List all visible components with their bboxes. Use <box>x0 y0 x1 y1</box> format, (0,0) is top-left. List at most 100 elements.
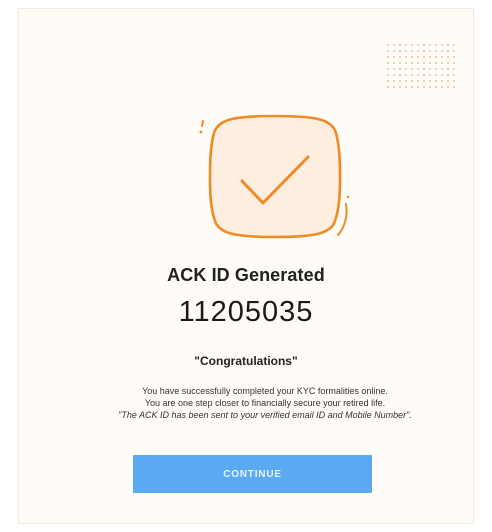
pattern-dot <box>434 43 438 47</box>
pattern-dot <box>422 73 426 77</box>
dialog-title: ACK ID Generated <box>167 265 325 285</box>
pattern-dot <box>440 43 444 47</box>
pattern-dot <box>404 79 408 83</box>
pattern-dot <box>446 85 450 89</box>
pattern-dot <box>440 49 444 53</box>
pattern-dot <box>440 55 444 59</box>
pattern-dot <box>422 79 426 83</box>
pattern-dot <box>416 67 420 71</box>
pattern-dot <box>428 61 432 65</box>
success-message: You have successfully completed your KYC… <box>109 385 421 421</box>
pattern-dot <box>398 49 402 53</box>
pattern-dot <box>428 55 432 59</box>
pattern-dot <box>428 49 432 53</box>
pattern-dot <box>404 43 408 47</box>
pattern-dot <box>434 61 438 65</box>
pattern-dot <box>386 55 390 59</box>
message-note: "The ACK ID has been sent to your verifi… <box>118 410 412 420</box>
pattern-dot <box>386 79 390 83</box>
pattern-dot <box>422 61 426 65</box>
pattern-dot <box>446 43 450 47</box>
pattern-dot <box>386 67 390 71</box>
congratulations-heading: "Congratulations" <box>194 354 298 368</box>
pattern-dot <box>416 79 420 83</box>
pattern-dot <box>416 49 420 53</box>
pattern-dot <box>440 67 444 71</box>
pattern-dot <box>404 55 408 59</box>
pattern-dot <box>392 79 396 83</box>
pattern-dot <box>386 85 390 89</box>
pattern-dot <box>392 49 396 53</box>
pattern-dot <box>446 67 450 71</box>
pattern-dot <box>386 73 390 77</box>
pattern-dot <box>410 67 414 71</box>
pattern-dot <box>416 55 420 59</box>
pattern-dot <box>434 55 438 59</box>
pattern-dot <box>392 85 396 89</box>
pattern-dot <box>452 43 456 47</box>
pattern-dot <box>416 85 420 89</box>
pattern-dot <box>434 73 438 77</box>
continue-button[interactable]: CONTINUE <box>133 455 372 493</box>
pattern-dot <box>398 79 402 83</box>
pattern-dot <box>446 61 450 65</box>
pattern-dot <box>410 79 414 83</box>
pattern-dot <box>386 43 390 47</box>
pattern-dot <box>452 67 456 71</box>
message-line-1: You have successfully completed your KYC… <box>142 386 388 396</box>
ack-dialog-card: ACK ID Generated 11205035 "Congratulatio… <box>18 8 474 524</box>
dot-pattern-decoration <box>386 43 456 89</box>
pattern-dot <box>404 85 408 89</box>
pattern-dot <box>392 61 396 65</box>
pattern-dot <box>434 67 438 71</box>
message-line-2: You are one step closer to financially s… <box>144 398 386 408</box>
pattern-dot <box>410 73 414 77</box>
pattern-dot <box>428 43 432 47</box>
pattern-dot <box>440 61 444 65</box>
pattern-dot <box>416 43 420 47</box>
pattern-dot <box>422 49 426 53</box>
pattern-dot <box>446 73 450 77</box>
pattern-dot <box>422 67 426 71</box>
pattern-dot <box>416 73 420 77</box>
pattern-dot <box>404 67 408 71</box>
pattern-dot <box>452 85 456 89</box>
pattern-dot <box>452 61 456 65</box>
pattern-dot <box>398 73 402 77</box>
pattern-dot <box>434 79 438 83</box>
pattern-dot <box>404 49 408 53</box>
ack-id-value: 11205035 <box>178 296 314 328</box>
pattern-dot <box>452 79 456 83</box>
pattern-dot <box>392 55 396 59</box>
pattern-dot <box>452 49 456 53</box>
pattern-dot <box>410 61 414 65</box>
pattern-dot <box>392 67 396 71</box>
pattern-dot <box>410 85 414 89</box>
pattern-dot <box>446 49 450 53</box>
pattern-dot <box>398 67 402 71</box>
pattern-dot <box>434 49 438 53</box>
pattern-dot <box>410 55 414 59</box>
pattern-dot <box>446 79 450 83</box>
checkmark-icon <box>199 114 350 239</box>
pattern-dot <box>386 61 390 65</box>
pattern-dot <box>428 85 432 89</box>
pattern-dot <box>428 79 432 83</box>
pattern-dot <box>398 55 402 59</box>
pattern-dot <box>422 55 426 59</box>
pattern-dot <box>428 67 432 71</box>
pattern-dot <box>398 61 402 65</box>
pattern-dot <box>410 43 414 47</box>
pattern-dot <box>440 85 444 89</box>
pattern-dot <box>386 49 390 53</box>
pattern-dot <box>416 61 420 65</box>
pattern-dot <box>446 55 450 59</box>
pattern-dot <box>410 49 414 53</box>
pattern-dot <box>440 73 444 77</box>
pattern-dot <box>398 43 402 47</box>
pattern-dot <box>392 73 396 77</box>
pattern-dot <box>404 73 408 77</box>
pattern-dot <box>452 55 456 59</box>
pattern-dot <box>392 43 396 47</box>
pattern-dot <box>434 85 438 89</box>
